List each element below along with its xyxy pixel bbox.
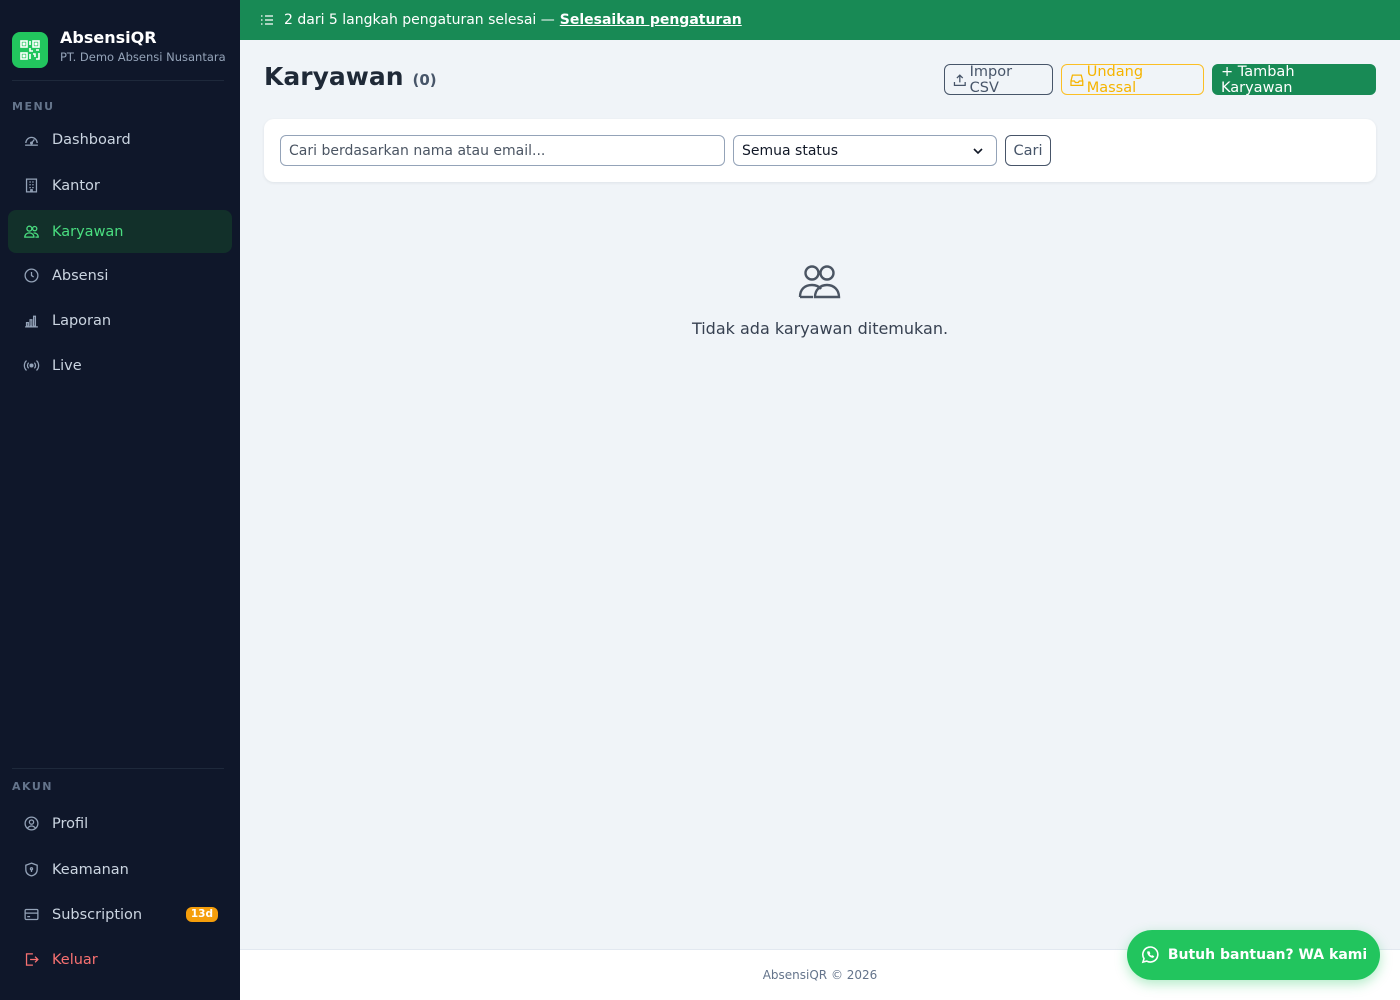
page-title-text: Karyawan	[264, 62, 404, 91]
sidebar-item-absensi[interactable]: Absensi	[8, 254, 232, 297]
sidebar-item-label: Laporan	[52, 312, 112, 329]
sidebar-item-label: Dashboard	[52, 131, 131, 148]
sidebar-item-dashboard[interactable]: Dashboard	[8, 118, 232, 161]
bar-chart-icon	[22, 312, 40, 330]
users-icon	[22, 223, 40, 241]
qr-logo-icon	[12, 32, 48, 68]
import-csv-label: Impor CSV	[969, 63, 1013, 96]
sidebar-item-kantor[interactable]: Kantor	[8, 164, 232, 207]
bulk-invite-button[interactable]: Undang Massal	[1061, 63, 1204, 96]
sidebar-item-keluar[interactable]: Keluar	[8, 938, 232, 981]
employee-count: (0)	[412, 71, 437, 89]
empty-state-message: Tidak ada karyawan ditemukan.	[691, 319, 949, 338]
sidebar-item-keamanan[interactable]: Keamanan	[8, 848, 232, 891]
credit-card-icon	[22, 906, 40, 924]
sidebar-item-label: Karyawan	[52, 223, 124, 240]
search-button[interactable]: Cari	[1005, 135, 1051, 166]
inbox-icon	[1070, 73, 1084, 86]
company-name: PT. Demo Absensi Nusantara	[60, 50, 226, 64]
add-employee-button[interactable]: + Tambah Karyawan	[1212, 63, 1376, 96]
sidebar-item-label: Subscription	[52, 906, 143, 923]
whatsapp-help-label: Butuh bantuan? WA kami	[1167, 947, 1368, 963]
users-empty-icon	[798, 265, 841, 299]
setup-progress-text: 2 dari 5 langkah pengaturan selesai —	[284, 12, 555, 28]
whatsapp-icon	[1141, 946, 1159, 964]
shield-icon	[22, 861, 40, 879]
bulk-invite-label: Undang Massal	[1086, 63, 1144, 96]
sidebar-item-laporan[interactable]: Laporan	[8, 299, 232, 342]
clock-icon	[22, 267, 40, 285]
brand-name: AbsensiQR	[60, 28, 157, 47]
setup-banner: 2 dari 5 langkah pengaturan selesai — Se…	[240, 0, 1400, 40]
search-input[interactable]	[280, 135, 725, 166]
sidebar-item-label: Profil	[52, 815, 89, 832]
sidebar-item-label: Keluar	[52, 951, 98, 968]
logout-icon	[22, 951, 40, 969]
menu-section-label: MENU	[12, 100, 55, 113]
sidebar: AbsensiQR PT. Demo Absensi Nusantara MEN…	[0, 0, 240, 1000]
status-select-value: Semua status	[742, 142, 839, 159]
checklist-icon	[260, 13, 274, 27]
footer-copyright: AbsensiQR © 2026	[762, 968, 878, 982]
account-section-label: AKUN	[12, 780, 53, 793]
sidebar-item-profil[interactable]: Profil	[8, 802, 232, 845]
empty-state: Tidak ada karyawan ditemukan.	[264, 262, 1376, 338]
page-title: Karyawan (0)	[264, 62, 437, 91]
add-employee-label: + Tambah Karyawan	[1221, 63, 1295, 96]
trial-days-badge: 13d	[185, 907, 218, 922]
sidebar-item-label: Keamanan	[52, 861, 129, 878]
sidebar-item-label: Absensi	[52, 267, 109, 284]
filter-card: Semua status Cari	[264, 119, 1376, 182]
sidebar-item-label: Kantor	[52, 177, 100, 194]
finish-setup-link[interactable]: Selesaikan pengaturan	[560, 12, 742, 28]
sidebar-item-label: Live	[52, 357, 82, 374]
import-csv-button[interactable]: Impor CSV	[944, 63, 1053, 96]
sidebar-item-subscription[interactable]: Subscription 13d	[8, 893, 232, 936]
status-select[interactable]: Semua status	[733, 135, 997, 166]
dashboard-gauge-icon	[22, 131, 40, 149]
chevron-down-icon	[973, 148, 983, 155]
sidebar-item-live[interactable]: Live	[8, 344, 232, 387]
user-circle-icon	[22, 815, 40, 833]
sidebar-item-karyawan[interactable]: Karyawan	[8, 210, 232, 253]
building-icon	[22, 177, 40, 195]
sidebar-divider	[12, 768, 224, 769]
upload-icon	[953, 73, 966, 86]
broadcast-icon	[22, 357, 40, 375]
sidebar-divider	[12, 80, 224, 81]
brand[interactable]: AbsensiQR PT. Demo Absensi Nusantara	[0, 0, 240, 80]
whatsapp-help-button[interactable]: Butuh bantuan? WA kami	[1127, 930, 1380, 980]
